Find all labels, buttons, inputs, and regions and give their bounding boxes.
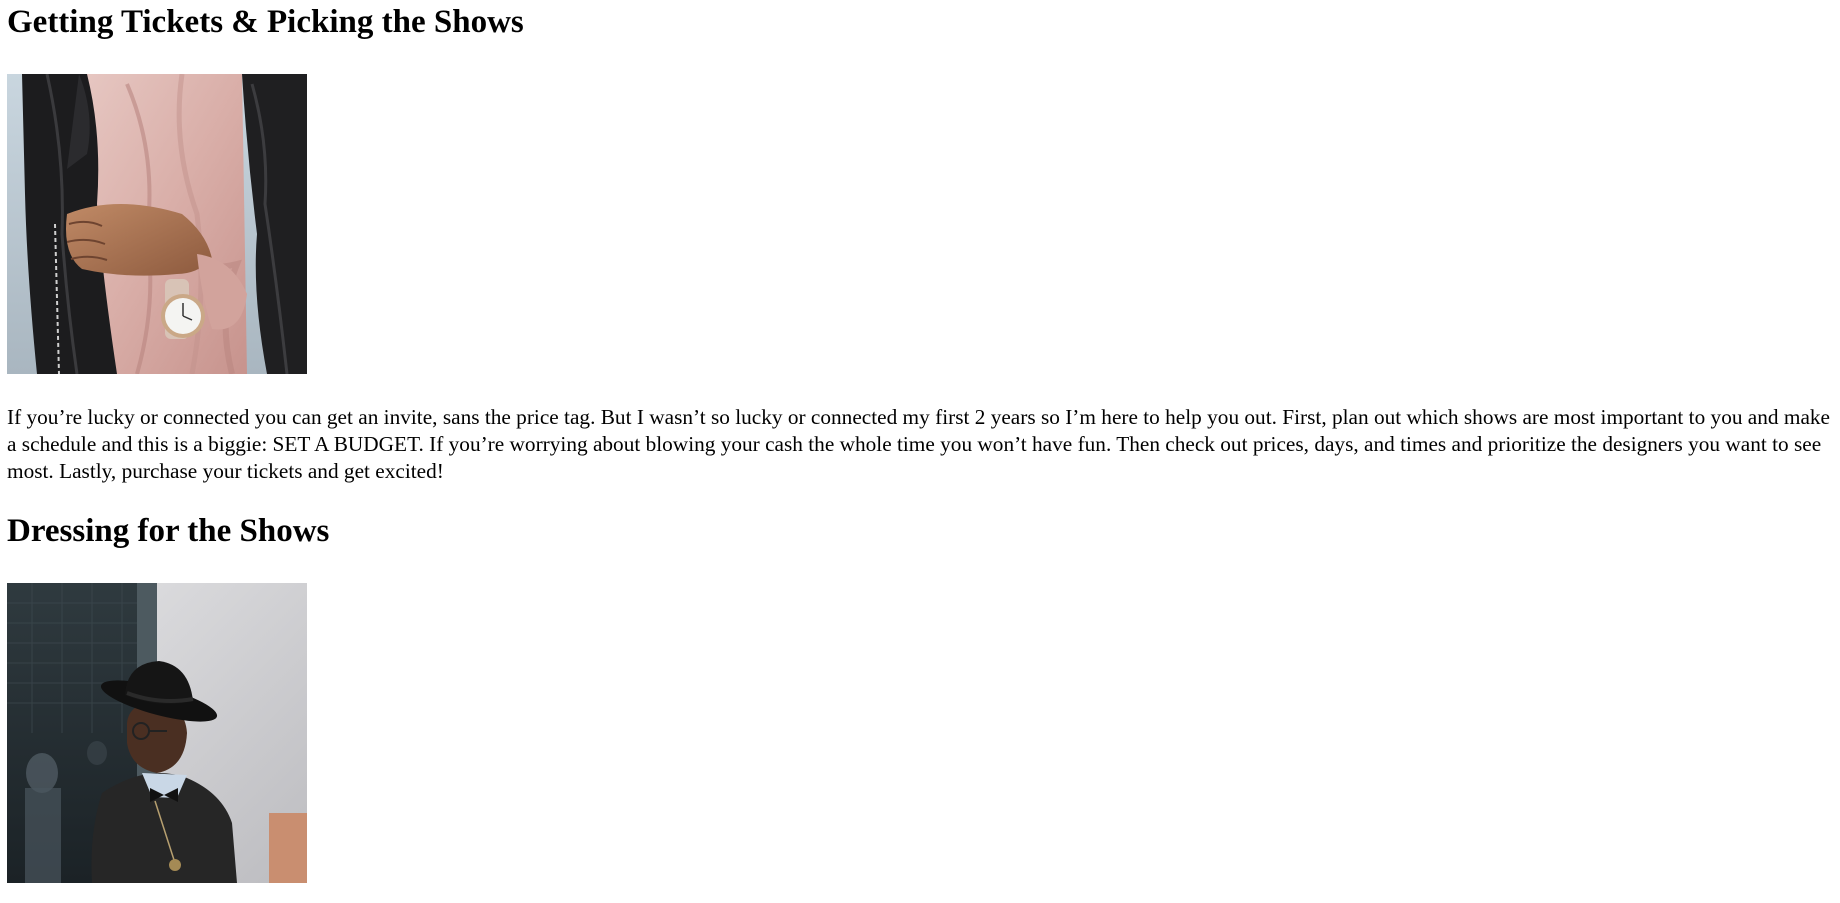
section-paragraph-tickets: If you’re lucky or connected you can get…: [7, 405, 1831, 483]
section-heading-dressing: Dressing for the Shows: [7, 513, 330, 549]
photo-leather-jacket-watch: [7, 74, 307, 374]
photo-man-in-hat: [7, 583, 307, 883]
article: Getting Tickets & Picking the Shows If y…: [7, 0, 1835, 883]
section-heading-tickets: Getting Tickets & Picking the Shows: [7, 4, 524, 40]
